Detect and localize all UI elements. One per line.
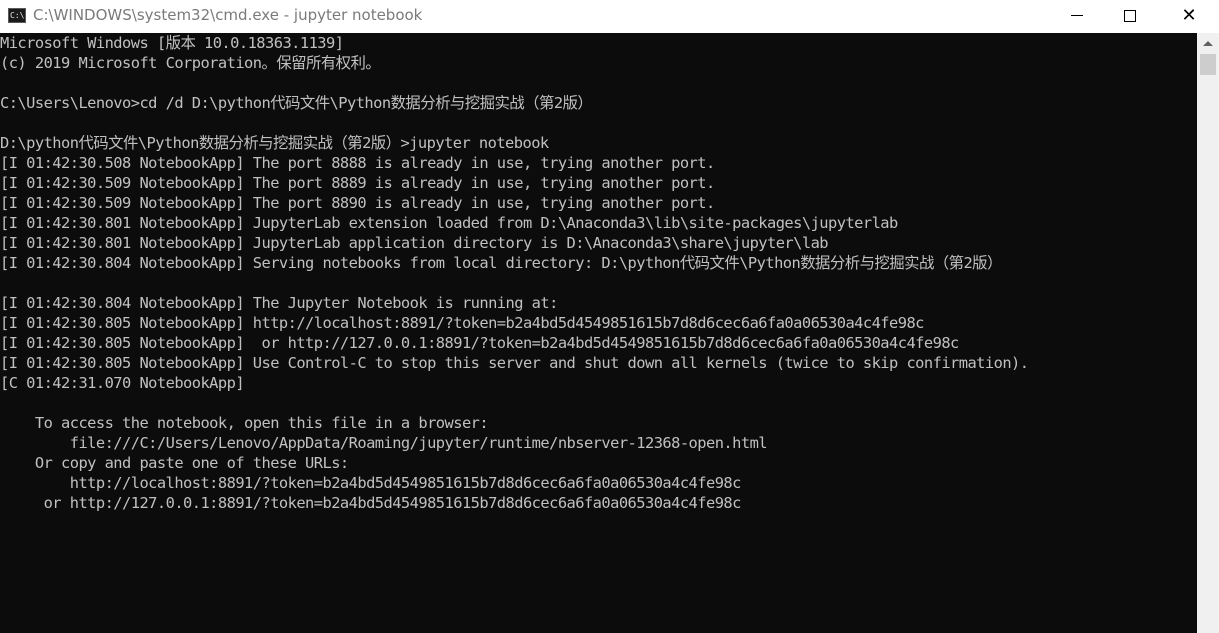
title-bar[interactable]: C:\ C:\WINDOWS\system32\cmd.exe - jupyte… [0, 0, 1219, 33]
scroll-thumb[interactable] [1200, 54, 1216, 75]
console-line: [I 01:42:30.508 NotebookApp] The port 88… [0, 154, 715, 172]
window-title: C:\WINDOWS\system32\cmd.exe - jupyter no… [33, 6, 423, 24]
console-line: C:\Users\Lenovo>cd /d D:\python代码文件\Pyth… [0, 94, 593, 112]
console-line: To access the notebook, open this file i… [0, 414, 489, 432]
vertical-scrollbar[interactable] [1197, 33, 1219, 633]
cmd-app-icon[interactable]: C:\ [8, 8, 26, 23]
arrow-up-icon [1203, 40, 1213, 46]
maximize-button[interactable] [1103, 0, 1157, 31]
console-line: [I 01:42:30.801 NotebookApp] JupyterLab … [0, 214, 898, 232]
console-line: Microsoft Windows [版本 10.0.18363.1139] [0, 34, 344, 52]
maximize-icon [1124, 9, 1136, 22]
console-line: [C 01:42:31.070 NotebookApp] [0, 374, 245, 392]
console-line: (c) 2019 Microsoft Corporation。保留所有权利。 [0, 54, 381, 72]
close-button[interactable]: ✕ [1162, 0, 1216, 31]
console-line: or http://127.0.0.1:8891/?token=b2a4bd5d… [0, 494, 742, 512]
console-line: file:///C:/Users/Lenovo/AppData/Roaming/… [0, 434, 768, 452]
console-output[interactable]: Microsoft Windows [版本 10.0.18363.1139] (c… [0, 33, 1197, 633]
console-line: [I 01:42:30.805 NotebookApp] or http://1… [0, 334, 959, 352]
console-line: Or copy and paste one of these URLs: [0, 454, 349, 472]
console-line: D:\python代码文件\Python数据分析与挖掘实战（第2版）>jupyt… [0, 134, 549, 152]
minimize-icon [1071, 15, 1083, 16]
close-icon: ✕ [1181, 5, 1197, 26]
console-line: [I 01:42:30.509 NotebookApp] The port 88… [0, 194, 715, 212]
console-line: [I 01:42:30.805 NotebookApp] Use Control… [0, 354, 1029, 372]
console-line: [I 01:42:30.804 NotebookApp] The Jupyter… [0, 294, 558, 312]
console-line: [I 01:42:30.805 NotebookApp] http://loca… [0, 314, 924, 332]
scroll-up-button[interactable] [1197, 33, 1219, 53]
console-line: [I 01:42:30.801 NotebookApp] JupyterLab … [0, 234, 829, 252]
console-line: http://localhost:8891/?token=b2a4bd5d454… [0, 474, 742, 492]
console-line: [I 01:42:30.804 NotebookApp] Serving not… [0, 254, 1002, 272]
console-line: [I 01:42:30.509 NotebookApp] The port 88… [0, 174, 715, 192]
minimize-button[interactable] [1050, 0, 1104, 31]
